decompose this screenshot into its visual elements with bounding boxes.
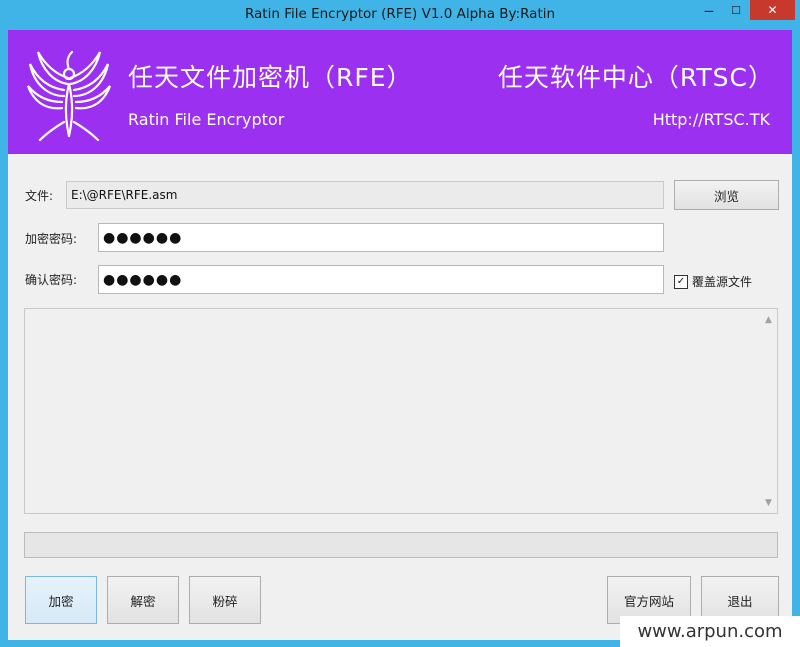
log-scrollbar[interactable]: ▲ ▼ [760, 309, 777, 513]
maximize-button[interactable]: ☐ [723, 0, 749, 20]
window-title: Ratin File Encryptor (RFE) V1.0 Alpha By… [244, 6, 556, 22]
title-bar[interactable]: Ratin File Encryptor (RFE) V1.0 Alpha By… [0, 0, 800, 30]
file-label: 文件: [25, 189, 54, 203]
scroll-down-arrow-icon[interactable]: ▼ [760, 494, 777, 511]
phoenix-logo-icon [26, 50, 112, 142]
password-field[interactable]: ●●●●●● [98, 223, 664, 252]
overwrite-source-option[interactable]: ✓ 覆盖源文件 [674, 273, 752, 290]
close-button[interactable]: ✕ [750, 0, 795, 20]
app-title-chinese: 任天文件加密机（RFE） [128, 63, 413, 92]
app-window: Ratin File Encryptor (RFE) V1.0 Alpha By… [0, 0, 800, 647]
shred-button[interactable]: 粉碎 [189, 576, 261, 624]
overwrite-label: 覆盖源文件 [692, 275, 753, 289]
maximize-icon: ☐ [731, 3, 741, 17]
confirm-password-field[interactable]: ●●●●●● [98, 265, 664, 294]
progress-bar [24, 532, 778, 558]
header-banner: 任天文件加密机（RFE） Ratin File Encryptor 任天软件中心… [8, 30, 792, 154]
client-area: 任天文件加密机（RFE） Ratin File Encryptor 任天软件中心… [8, 30, 792, 640]
minimize-button[interactable]: ‒ [696, 0, 722, 20]
confirm-password-label: 确认密码: [25, 273, 78, 287]
encrypt-button[interactable]: 加密 [25, 576, 97, 624]
app-title-english: Ratin File Encryptor [128, 110, 285, 129]
decrypt-button[interactable]: 解密 [107, 576, 179, 624]
file-path-field[interactable]: E:\@RFE\RFE.asm [66, 181, 664, 209]
overwrite-checkbox[interactable]: ✓ [674, 274, 688, 289]
scroll-up-arrow-icon[interactable]: ▲ [760, 311, 777, 328]
log-textarea[interactable]: ▲ ▼ [24, 308, 778, 514]
password-label: 加密密码: [25, 232, 78, 246]
software-center-title: 任天软件中心（RTSC） [497, 63, 774, 92]
browse-button[interactable]: 浏览 [674, 180, 779, 210]
close-icon: ✕ [767, 3, 778, 17]
watermark-text: www.arpun.com [620, 616, 800, 647]
minimize-icon: ‒ [703, 0, 715, 20]
website-url: Http://RTSC.TK [652, 110, 770, 129]
checkmark-icon: ✓ [676, 275, 686, 287]
